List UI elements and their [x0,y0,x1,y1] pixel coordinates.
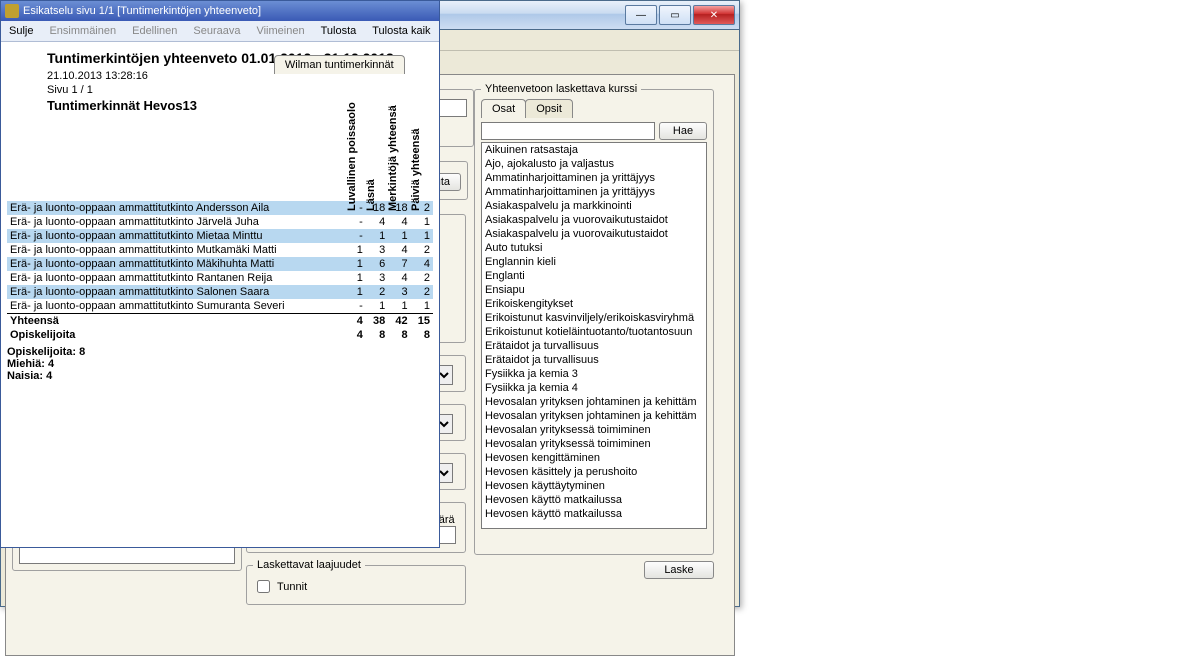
course-item[interactable]: Erikoistunut kasvinviljely/erikoiskasvir… [482,311,706,325]
course-item[interactable]: Ensiapu [482,283,706,297]
tb-first[interactable]: Ensimmäinen [41,23,124,39]
course-item[interactable]: Hevosalan yrityksessä toimiminen [482,437,706,451]
chk-tunnit[interactable] [257,580,270,593]
course-item[interactable]: Hevosalan yrityksessä toimiminen [482,423,706,437]
course-item[interactable]: Erätaidot ja turvallisuus [482,353,706,367]
course-item[interactable]: Ammatinharjoittaminen ja yrittäjyys [482,185,706,199]
course-item[interactable]: Fysiikka ja kemia 4 [482,381,706,395]
table-row: Erä- ja luonto-oppaan ammattitutkinto Mä… [7,257,433,271]
preview-window: Esikatselu sivu 1/1 [Tuntimerkintöjen yh… [0,0,440,548]
course-item[interactable]: Englannin kieli [482,255,706,269]
close-button[interactable]: ✕ [693,5,735,25]
tab-osat[interactable]: Osat [481,99,526,118]
course-item[interactable]: Hevosen käsittely ja perushoito [482,465,706,479]
course-item[interactable]: Hevosalan yrityksen johtaminen ja kehitt… [482,395,706,409]
course-item[interactable]: Auto tutuksi [482,241,706,255]
course-item[interactable]: Aikuinen ratsastaja [482,143,706,157]
btn-hae[interactable]: Hae [659,122,707,140]
maximize-button[interactable]: ▭ [659,5,691,25]
course-item[interactable]: Erätaidot ja turvallisuus [482,339,706,353]
preview-icon [5,4,19,18]
course-item[interactable]: Fysiikka ja kemia 3 [482,367,706,381]
table-row: Erä- ja luonto-oppaan ammattitutkinto Sa… [7,285,433,299]
tab-opsit[interactable]: Opsit [525,99,573,118]
course-item[interactable]: Erikoistunut kotieläintuotanto/tuotantos… [482,325,706,339]
course-item[interactable]: Erikoiskengitykset [482,297,706,311]
tb-next[interactable]: Seuraava [185,23,248,39]
course-item[interactable]: Hevosalan yrityksen johtaminen ja kehitt… [482,409,706,423]
table-row: Erä- ja luonto-oppaan ammattitutkinto Mu… [7,243,433,257]
tb-print-all[interactable]: Tulosta kaik [364,23,438,39]
preview-toolbar: Sulje Ensimmäinen Edellinen Seuraava Vii… [1,21,439,42]
course-item[interactable]: Hevosen käyttö matkailussa [482,493,706,507]
grp-kurssi: Yhteenvetoon laskettava kurssi Osat Opsi… [474,83,714,555]
grp-laajuudet: Laskettavat laajuudet Tunnit [246,559,466,605]
course-item[interactable]: Hevosen kengittäminen [482,451,706,465]
table-row: Erä- ja luonto-oppaan ammattitutkinto Jä… [7,215,433,229]
report-table: Luvallinen poissaolo Läsnä Merkintöjä yh… [7,119,433,342]
course-item[interactable]: Hevosen käyttö matkailussa [482,507,706,521]
preview-titlebar[interactable]: Esikatselu sivu 1/1 [Tuntimerkintöjen yh… [1,1,439,21]
btn-laske[interactable]: Laske [644,561,714,579]
tb-last[interactable]: Viimeinen [248,23,312,39]
kurssi-search[interactable] [481,122,655,140]
course-item[interactable]: Englanti [482,269,706,283]
course-item[interactable]: Ajo, ajokalusto ja valjastus [482,157,706,171]
table-row: Erä- ja luonto-oppaan ammattitutkinto Ra… [7,271,433,285]
course-item[interactable]: Ammatinharjoittaminen ja yrittäjyys [482,171,706,185]
course-item[interactable]: Asiakaspalvelu ja vuorovaikutustaidot [482,213,706,227]
tb-sulje[interactable]: Sulje [1,23,41,39]
course-item[interactable]: Asiakaspalvelu ja markkinointi [482,199,706,213]
minimize-button[interactable]: — [625,5,657,25]
course-item[interactable]: Hevosen käyttäytyminen [482,479,706,493]
tb-print[interactable]: Tulosta [313,23,365,39]
course-list[interactable]: Aikuinen ratsastajaAjo, ajokalusto ja va… [481,142,707,529]
preview-content: Tuntimerkintöjen yhteenveto 01.01.2012 -… [1,42,439,390]
tab-wilman[interactable]: Wilman tuntimerkinnät [274,55,405,74]
table-row: Erä- ja luonto-oppaan ammattitutkinto Mi… [7,229,433,243]
tb-prev[interactable]: Edellinen [124,23,185,39]
course-item[interactable]: Asiakaspalvelu ja vuorovaikutustaidot [482,227,706,241]
table-row: Erä- ja luonto-oppaan ammattitutkinto Su… [7,299,433,314]
